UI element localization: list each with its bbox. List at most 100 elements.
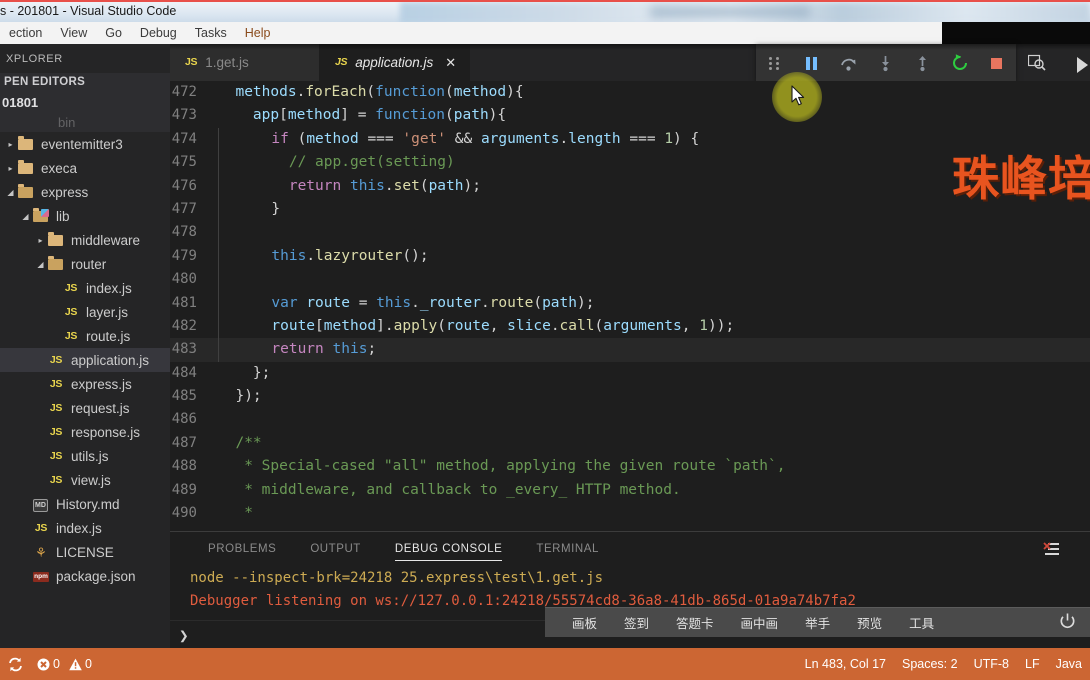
problems-status[interactable]: 0 0 — [31, 657, 107, 671]
code-line[interactable]: 487 /** — [170, 432, 1090, 455]
code-line[interactable]: 472 methods.forEach(function(method){ — [170, 81, 1090, 104]
close-icon[interactable]: ✕ — [445, 56, 456, 69]
code-line[interactable]: 486 — [170, 408, 1090, 431]
tree-item-router[interactable]: ◢ router — [0, 252, 170, 276]
code-line[interactable]: 474 if (method === 'get' && arguments.le… — [170, 127, 1090, 152]
float-toolbar-item[interactable]: 工具 — [909, 613, 934, 632]
debug-pause-button[interactable] — [793, 44, 830, 82]
panel-tab-problems[interactable]: PROBLEMS — [208, 532, 276, 567]
float-toolbar-item[interactable]: 举手 — [805, 613, 830, 632]
line-number[interactable]: 479 — [170, 245, 218, 268]
code-line[interactable]: 485 }); — [170, 385, 1090, 408]
tree-item-express-js[interactable]: JS express.js — [0, 372, 170, 396]
line-number[interactable]: 473 — [170, 104, 218, 127]
float-toolbar-item[interactable]: 画中画 — [741, 613, 779, 632]
code-line[interactable]: 473 app[method] = function(path){ — [170, 104, 1090, 127]
open-editors-header[interactable]: PEN EDITORS — [0, 73, 170, 93]
line-number[interactable]: 482 — [170, 315, 218, 338]
code-line[interactable]: 482 route[method].apply(route, slice.cal… — [170, 314, 1090, 339]
chevron-right-icon[interactable]: ▸ — [34, 236, 47, 245]
chevron-down-icon[interactable]: ◢ — [19, 212, 32, 221]
status-item-ln-483-col-17[interactable]: Ln 483, Col 17 — [797, 648, 894, 680]
tree-item-execa[interactable]: ▸ execa — [0, 156, 170, 180]
debug-step-over-button[interactable] — [830, 44, 867, 82]
code-line[interactable]: 489 * middleware, and callback to _every… — [170, 479, 1090, 502]
open-editors-section[interactable]: PEN EDITORS 01801 bin — [0, 73, 170, 132]
clear-console-icon[interactable] — [1043, 542, 1060, 557]
status-item-utf-8[interactable]: UTF-8 — [966, 648, 1017, 680]
menu-item-edit-selection[interactable]: ection — [0, 22, 51, 44]
code-line[interactable]: 490 * — [170, 502, 1090, 525]
line-number[interactable]: 478 — [170, 221, 218, 244]
tree-item-license[interactable]: ⚘ LICENSE — [0, 540, 170, 564]
tree-item-utils-js[interactable]: JS utils.js — [0, 444, 170, 468]
status-item-lf[interactable]: LF — [1017, 648, 1048, 680]
panel-tab-output[interactable]: OUTPUT — [310, 532, 361, 567]
tree-item-application-js[interactable]: JS application.js — [0, 348, 170, 372]
tree-item-index-js[interactable]: JS index.js — [0, 276, 170, 300]
line-number[interactable]: 474 — [170, 128, 218, 151]
line-number[interactable]: 483 — [170, 338, 218, 361]
status-item-java[interactable]: Java — [1048, 648, 1090, 680]
line-number[interactable]: 477 — [170, 198, 218, 221]
float-toolbar-item[interactable]: 答题卡 — [676, 613, 714, 632]
debug-step-out-button[interactable] — [904, 44, 941, 82]
line-number[interactable]: 489 — [170, 479, 218, 502]
tree-item-express[interactable]: ◢ express — [0, 180, 170, 204]
debug-stop-button[interactable] — [978, 44, 1015, 82]
tree-item-layer-js[interactable]: JS layer.js — [0, 300, 170, 324]
code-line[interactable]: 480 — [170, 268, 1090, 292]
line-number[interactable]: 488 — [170, 455, 218, 478]
power-icon[interactable] — [1059, 613, 1076, 630]
tree-item-response-js[interactable]: JS response.js — [0, 420, 170, 444]
tree-item-index-js[interactable]: JS index.js — [0, 516, 170, 540]
panel-tab-terminal[interactable]: TERMINAL — [536, 532, 599, 567]
line-number[interactable]: 476 — [170, 175, 218, 198]
code-line[interactable]: 478 — [170, 221, 1090, 245]
sync-icon[interactable] — [8, 657, 23, 672]
chevron-right-icon[interactable]: ▸ — [4, 164, 17, 173]
line-number[interactable]: 486 — [170, 408, 218, 431]
line-number[interactable]: 485 — [170, 385, 218, 408]
menu-item-view[interactable]: View — [51, 22, 96, 44]
status-item-spaces-2[interactable]: Spaces: 2 — [894, 648, 966, 680]
line-number[interactable]: 481 — [170, 292, 218, 315]
debug-drag-handle[interactable] — [756, 44, 793, 82]
panel-tab-debug-console[interactable]: DEBUG CONSOLE — [394, 532, 503, 567]
debug-restart-button[interactable] — [941, 44, 978, 82]
tree-item-route-js[interactable]: JS route.js — [0, 324, 170, 348]
code-editor[interactable]: 472 methods.forEach(function(method){473… — [170, 81, 1090, 531]
line-number[interactable]: 487 — [170, 432, 218, 455]
chevron-right-icon[interactable]: ▸ — [4, 140, 17, 149]
line-number[interactable]: 475 — [170, 151, 218, 174]
code-line[interactable]: 476 return this.set(path); — [170, 174, 1090, 198]
line-number[interactable]: 472 — [170, 81, 218, 104]
float-toolbar-item[interactable]: 画板 — [572, 613, 597, 632]
editor-tab-1-get-js[interactable]: JS 1.get.js — [170, 44, 320, 81]
code-line[interactable]: 477 } — [170, 197, 1090, 222]
run-play-icon[interactable] — [1077, 57, 1088, 73]
code-line[interactable]: 475 // app.get(setting) — [170, 151, 1090, 175]
tree-item-request-js[interactable]: JS request.js — [0, 396, 170, 420]
code-line[interactable]: 479 this.lazyrouter(); — [170, 244, 1090, 269]
menu-item-help[interactable]: Help — [236, 22, 280, 44]
code-line[interactable]: 481 var route = this._router.route(path)… — [170, 291, 1090, 315]
tree-item-eventemitter3[interactable]: ▸ eventemitter3 — [0, 132, 170, 156]
line-number[interactable]: 490 — [170, 502, 218, 525]
line-number[interactable]: 480 — [170, 268, 218, 291]
editor-tab-application-js[interactable]: JS application.js ✕ — [320, 44, 471, 81]
menu-item-debug[interactable]: Debug — [131, 22, 186, 44]
line-number[interactable]: 484 — [170, 362, 218, 385]
open-preview-icon[interactable] — [1027, 54, 1046, 71]
float-toolbar-item[interactable]: 预览 — [857, 613, 882, 632]
tree-item-package-json[interactable]: npm package.json — [0, 564, 170, 588]
tree-item-middleware[interactable]: ▸ middleware — [0, 228, 170, 252]
menu-item-go[interactable]: Go — [96, 22, 131, 44]
workspace-folder-name[interactable]: 01801 — [0, 93, 170, 115]
chevron-down-icon[interactable]: ◢ — [34, 260, 47, 269]
menu-item-tasks[interactable]: Tasks — [186, 22, 236, 44]
tree-item-lib[interactable]: ◢ lib — [0, 204, 170, 228]
chevron-down-icon[interactable]: ◢ — [4, 188, 17, 197]
tree-item-view-js[interactable]: JS view.js — [0, 468, 170, 492]
code-line[interactable]: 488 * Special-cased "all" method, applyi… — [170, 455, 1090, 478]
